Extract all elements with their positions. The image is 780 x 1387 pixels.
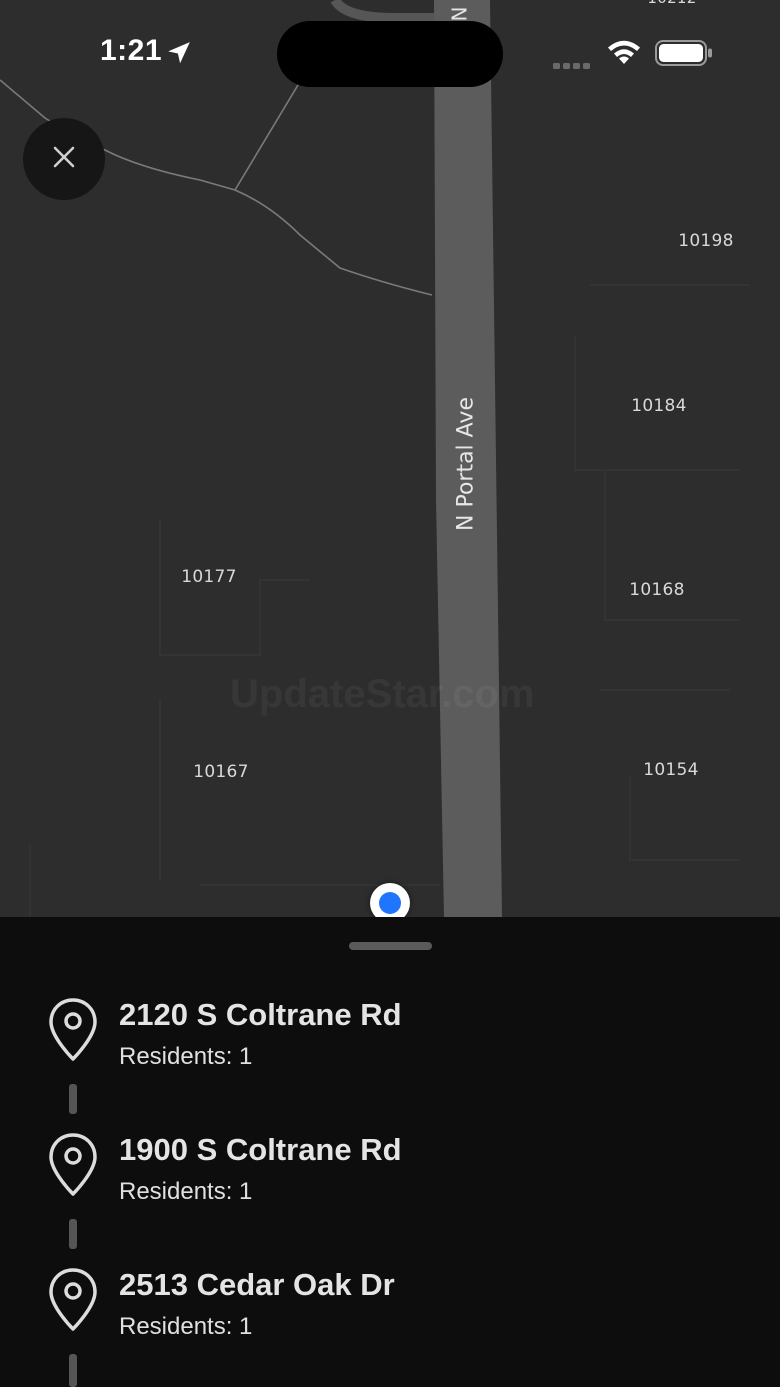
residents-count: Residents: 1 — [119, 1043, 253, 1070]
map-view[interactable]: N 10212 N Portal Ave 10198 10184 10177 1… — [0, 0, 780, 918]
sheet-grabber[interactable] — [349, 942, 432, 950]
house-number-label: 10177 — [181, 567, 237, 587]
map-pin-icon — [48, 1267, 98, 1338]
list-item[interactable]: 2513 Cedar Oak Dr Residents: 1 — [0, 1267, 780, 1357]
cellular-signal-icon — [553, 58, 593, 76]
close-button[interactable] — [23, 118, 105, 200]
close-icon — [53, 146, 75, 173]
house-number-label: 10167 — [193, 762, 249, 782]
residents-count: Residents: 1 — [119, 1178, 253, 1205]
location-arrow-icon — [166, 40, 192, 71]
street-label-fragment: N — [447, 6, 472, 22]
map-pin-icon — [48, 1132, 98, 1203]
user-location-marker — [370, 883, 410, 918]
house-number-label: 10212 — [647, 0, 696, 7]
status-time: 1:21 — [100, 34, 163, 67]
battery-icon — [655, 40, 713, 71]
list-item[interactable]: 1900 S Coltrane Rd Residents: 1 — [0, 1132, 780, 1222]
dynamic-island — [277, 21, 503, 87]
address-title: 2513 Cedar Oak Dr — [119, 1267, 395, 1302]
bottom-sheet: 2120 S Coltrane Rd Residents: 1 1900 S C… — [0, 917, 780, 1387]
house-number-label: 10168 — [629, 580, 685, 600]
house-number-label: 10154 — [643, 760, 699, 780]
house-number-label: 10184 — [631, 396, 687, 416]
wifi-icon — [605, 38, 643, 71]
street-label: N Portal Ave — [453, 397, 479, 531]
residents-count: Residents: 1 — [119, 1313, 253, 1340]
watermark: UpdateStar.com — [230, 672, 535, 716]
list-item[interactable]: 2120 S Coltrane Rd Residents: 1 — [0, 997, 780, 1087]
map-pin-icon — [48, 997, 98, 1068]
address-title: 1900 S Coltrane Rd — [119, 1132, 402, 1167]
map-roads — [0, 0, 750, 918]
list-connector — [69, 1219, 77, 1249]
list-connector — [69, 1084, 77, 1114]
list-connector — [69, 1354, 77, 1387]
address-title: 2120 S Coltrane Rd — [119, 997, 402, 1032]
house-number-label: 10198 — [678, 231, 734, 251]
